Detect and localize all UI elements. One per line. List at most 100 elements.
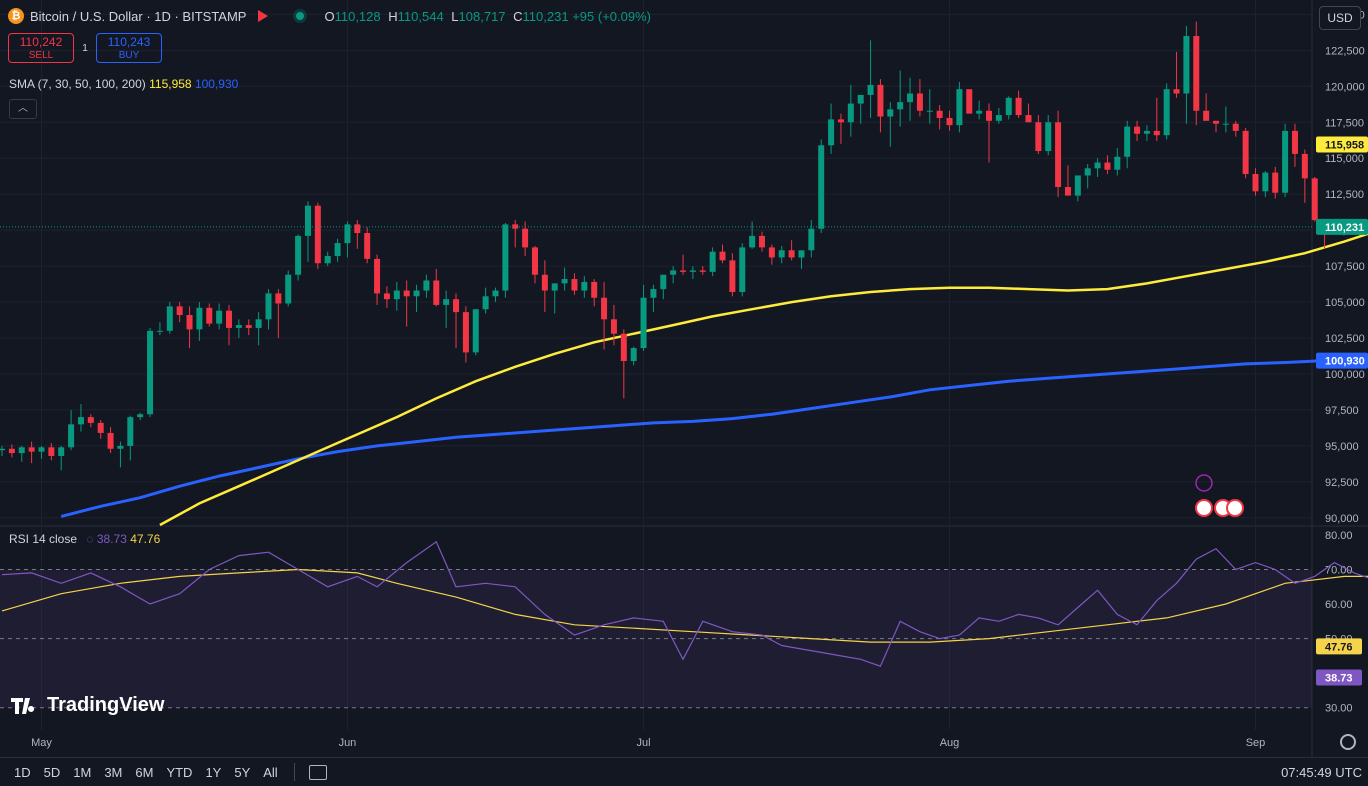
candle-body (68, 424, 75, 448)
candle-body (907, 93, 914, 103)
candle-body (867, 84, 874, 95)
candle-body (1222, 123, 1229, 125)
us-flag-event-icon (1226, 499, 1244, 517)
price-tick-label: 120,000 (1325, 81, 1365, 93)
rsi-value-tag: 38.73 (1325, 673, 1353, 685)
candle-body (77, 417, 84, 425)
candle-body (304, 205, 311, 236)
candle-body (758, 235, 765, 248)
price-tick-label: 122,500 (1325, 45, 1365, 57)
candle-body (561, 279, 568, 284)
candle-body (522, 228, 529, 248)
sma-short-tag: 115,958 (1325, 139, 1364, 151)
tf-5d[interactable]: 5D (44, 765, 61, 780)
flag-icon[interactable] (258, 10, 269, 22)
price-tick-label: 115,000 (1325, 153, 1364, 165)
candle-body (97, 422, 104, 433)
candle-body (887, 109, 894, 117)
tf-1m[interactable]: 1M (73, 765, 91, 780)
candle-body (818, 145, 825, 229)
collapse-legend-button[interactable]: ︿ (9, 99, 37, 119)
candle-body (1262, 172, 1269, 192)
price-tick-label: 102,500 (1325, 333, 1365, 345)
candle-body (453, 299, 460, 313)
price-tick-label: 90,000 (1325, 513, 1359, 525)
candle-body (1311, 178, 1318, 221)
tf-ytd[interactable]: YTD (166, 765, 192, 780)
candle-body (0, 448, 5, 451)
tf-5y[interactable]: 5Y (234, 765, 250, 780)
candle-body (660, 274, 667, 290)
candle-body (1104, 162, 1111, 170)
candle-body (828, 119, 835, 146)
settings-icon[interactable] (1340, 734, 1356, 750)
candle-body (956, 89, 963, 126)
price-tick-label: 107,500 (1325, 261, 1365, 273)
candle-body (571, 279, 578, 291)
tradingview-logo[interactable]: TradingView (11, 694, 164, 717)
candle-body (196, 307, 203, 330)
candle-body (1064, 186, 1071, 196)
candle-body (127, 417, 134, 446)
currency-selector[interactable]: USD (1319, 6, 1361, 30)
candle-body (719, 251, 726, 261)
candle-body (995, 115, 1002, 121)
candle-body (18, 447, 25, 454)
candle-body (1045, 122, 1052, 152)
candle-body (936, 110, 943, 118)
candle-body (48, 447, 55, 456)
rsi-value-2: 47.76 (130, 532, 161, 546)
candle-body (186, 315, 193, 330)
candle-body (1301, 153, 1308, 179)
tf-3m[interactable]: 3M (104, 765, 122, 780)
candle-body (581, 281, 588, 291)
candle-body (1035, 122, 1042, 152)
time-tick-label: Aug (940, 737, 960, 749)
candle-body (966, 89, 973, 114)
trade-panel: 110,242 SELL 1 110,243 BUY (8, 33, 162, 63)
candle-body (107, 432, 114, 449)
candle-body (1232, 123, 1239, 131)
candle-body (739, 247, 746, 292)
sma-long-line (60, 359, 1325, 518)
tf-6m[interactable]: 6M (135, 765, 153, 780)
candle-body (1084, 168, 1091, 176)
bottom-toolbar: 1D 5D 1M 3M 6M YTD 1Y 5Y All 07:45:49 UT… (0, 757, 1368, 786)
rsi-loading-icon: ◌ (86, 532, 94, 546)
candle-body (1015, 97, 1022, 116)
sma-legend[interactable]: SMA (7, 30, 50, 100, 200) 115,958 100,93… (9, 77, 238, 91)
rsi-tick-label: 60.00 (1325, 599, 1353, 611)
price-tick-label: 105,000 (1325, 297, 1365, 309)
candle-body (38, 447, 45, 452)
ohlc-readout: O110,128 H110,544 L108,717 C110,231 +95 … (324, 8, 651, 24)
buy-button[interactable]: 110,243 BUY (96, 33, 162, 63)
calendar-icon[interactable] (308, 764, 327, 780)
tf-1y[interactable]: 1Y (205, 765, 221, 780)
price-chart[interactable]: 90,00092,50095,00097,500100,000102,50010… (0, 0, 1368, 785)
candle-body (156, 330, 163, 332)
candle-body (354, 224, 361, 234)
candle-body (1114, 156, 1121, 170)
rsi-legend[interactable]: RSI 14 close ◌ 38.73 47.76 (9, 532, 160, 546)
clock[interactable]: 07:45:49 UTC (1281, 765, 1362, 780)
candle-body (1173, 89, 1180, 94)
candle-body (1203, 110, 1210, 121)
candle-body (383, 293, 390, 300)
tf-all[interactable]: All (263, 765, 277, 780)
candle-body (285, 274, 292, 304)
candle-body (620, 333, 627, 362)
tf-1d[interactable]: 1D (14, 765, 31, 780)
candle-body (1134, 126, 1141, 134)
candle-body (857, 94, 864, 104)
sma-value-2: 100,930 (194, 77, 239, 91)
candle-body (433, 280, 440, 305)
symbol-title[interactable]: Bitcoin / U.S. Dollar · 1D · BITSTAMP (30, 9, 246, 24)
candle-body (324, 256, 331, 264)
sell-button[interactable]: 110,242 SELL (8, 33, 74, 63)
candle-body (1252, 174, 1259, 192)
candle-body (749, 235, 756, 248)
candle-body (1282, 130, 1289, 193)
change-readout: +95 (+0.09%) (572, 8, 651, 24)
candle-body (847, 103, 854, 123)
candle-body (58, 447, 65, 456)
